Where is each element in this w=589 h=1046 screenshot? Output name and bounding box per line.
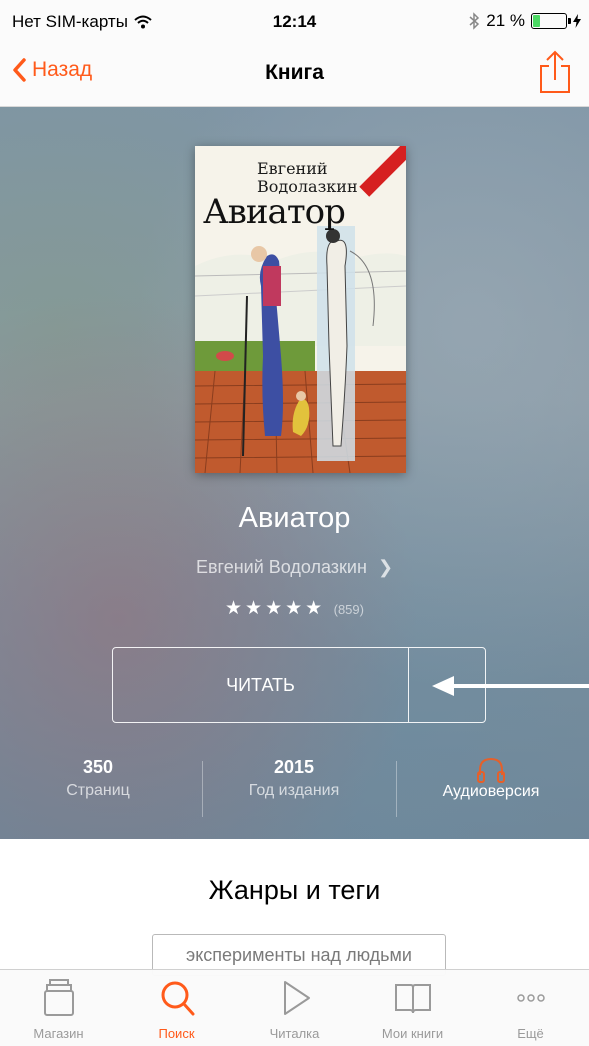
audio-version-label: Аудиоверсия [442, 783, 540, 800]
battery-icon [531, 13, 571, 29]
tab-more[interactable]: Ещё [472, 970, 589, 1046]
tab-search-label: Поиск [158, 1026, 195, 1041]
read-button[interactable]: ЧИТАТЬ [113, 648, 409, 722]
book-icon [395, 984, 431, 1014]
audio-version-stat[interactable]: Аудиоверсия [393, 757, 589, 801]
tab-reader[interactable]: Читалка [236, 970, 353, 1046]
tab-search[interactable]: Поиск [118, 970, 235, 1046]
nav-bar: Назад Книга [0, 40, 589, 107]
author-link[interactable]: Евгений Водолазкин ❯ [0, 557, 589, 578]
book-cover[interactable]: Евгений Водолазкин Авиатор [195, 146, 406, 473]
book-hero: Евгений Водолазкин Авиатор Авиатор Евген… [0, 107, 589, 839]
app-screen: Нет SIM-карты 12:14 21 % Назад Книга Евг… [0, 0, 589, 1046]
battery-percent: 21 % [486, 11, 525, 30]
tab-reader-label: Читалка [269, 1026, 320, 1041]
pages-stat: 350 Страниц [0, 757, 196, 800]
pages-label: Страниц [66, 782, 130, 799]
pages-value: 350 [82, 757, 114, 777]
share-icon[interactable] [537, 50, 573, 94]
tab-my-books-label: Мои книги [381, 1026, 444, 1041]
bluetooth-icon [469, 12, 480, 30]
year-value: 2015 [273, 757, 315, 777]
play-icon [284, 981, 310, 1015]
page-title: Книга [265, 61, 324, 84]
genres-heading: Жанры и теги [208, 875, 381, 905]
tab-more-label: Ещё [517, 1026, 544, 1041]
book-stats: 350 Страниц 2015 Год издания Аудиоверсия [0, 757, 589, 817]
chevron-right-icon: ❯ [377, 557, 394, 577]
tab-store-label: Магазин [33, 1026, 84, 1041]
tab-my-books[interactable]: Мои книги [354, 970, 471, 1046]
rating-stars: ★★★★★ [225, 598, 326, 619]
year-stat: 2015 Год издания [196, 757, 392, 800]
author-name: Евгений Водолазкин [195, 557, 367, 577]
tab-bar: Магазин Поиск Читалка Мои книги Ещё [0, 969, 589, 1046]
store-icon [44, 979, 74, 1016]
search-icon [161, 981, 195, 1016]
more-icon [517, 994, 545, 1002]
year-label: Год издания [248, 782, 340, 799]
charging-icon [573, 14, 581, 28]
battery-level [533, 15, 540, 27]
arrow-left-icon [432, 676, 589, 696]
rating-count: (859) [333, 602, 364, 617]
book-title: Авиатор [238, 502, 351, 534]
cover-title: Авиатор [203, 192, 346, 232]
status-right: 21 % [468, 11, 581, 31]
rating: ★★★★★ (859) [0, 597, 589, 620]
cover-author: Евгений Водолазкин [257, 159, 358, 196]
tab-store[interactable]: Магазин [0, 970, 117, 1046]
status-bar: Нет SIM-карты 12:14 21 % [0, 0, 589, 40]
headphones-icon [477, 757, 505, 783]
